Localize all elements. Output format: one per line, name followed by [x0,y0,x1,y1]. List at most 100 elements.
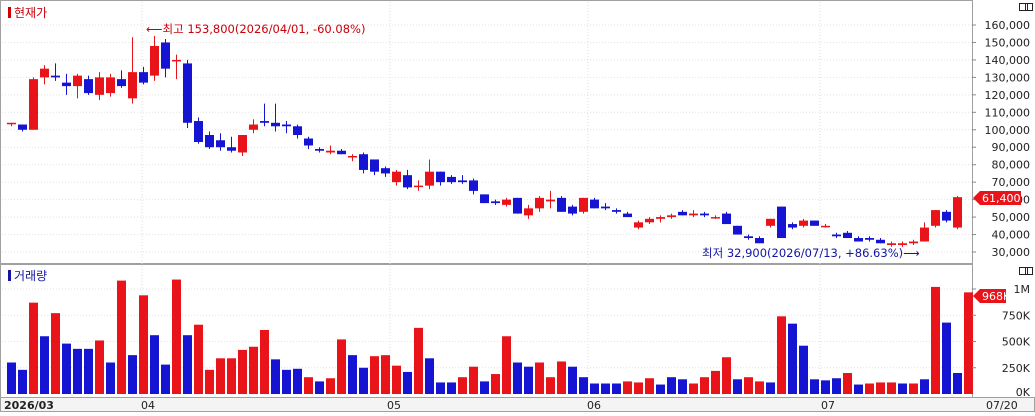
candle-body [656,217,665,219]
price-tick-label: 100,000 [985,124,1031,137]
volume-bar [304,377,313,394]
volume-bar [568,366,577,394]
candle [810,220,819,226]
candle-body [711,217,720,219]
candle-body [62,82,71,87]
volume-tick-label: 1M [1014,283,1031,296]
volume-bar [964,292,973,394]
candle-body [491,201,500,204]
volume-bar [326,378,335,394]
candle [579,197,588,214]
volume-pane-resize-icon[interactable] [1019,267,1033,275]
price-pane-title: 현재가 [14,6,47,20]
price-pane-resize-icon[interactable] [1019,3,1033,11]
candle-body [392,171,401,183]
candle-body [777,206,786,239]
volume-bar [579,377,588,394]
candle-body [535,197,544,209]
volume-bar [117,280,126,394]
price-tick-label: 140,000 [985,54,1031,67]
candle-body [249,124,258,130]
candle-body [194,121,203,142]
candle [942,210,951,223]
candle-body [953,197,962,228]
volume-bar [370,356,379,394]
volume-bar [249,346,258,394]
volume-bar [150,335,159,394]
volume-bar [183,335,192,394]
volume-bar [491,374,500,394]
candle-body [590,199,599,209]
candle [29,77,38,130]
volume-bar [392,365,401,394]
volume-bar [810,379,819,394]
volume-bar [854,384,863,394]
volume-tick-label: 250K [1002,362,1031,375]
volume-bar [348,355,357,394]
candle-body [326,150,335,153]
price-tick-label: 80,000 [992,159,1031,172]
volume-bar [744,377,753,394]
volume-bar [942,322,951,394]
volume-bar [557,361,566,394]
candle [931,210,940,228]
candle-body [744,236,753,239]
candle-body [304,138,313,146]
candle-body [18,124,27,130]
candle-body [315,148,324,151]
candle-body [854,238,863,242]
low-arrow: ⟶ [903,246,920,260]
price-tick-label: 40,000 [992,229,1031,242]
candle-body [513,197,522,214]
stock-chart-svg: 현재가 거래량 30,00040,00050,00060,00070,00080… [0,0,1035,412]
candle-body [700,213,709,216]
date-axis-bar [0,397,1035,412]
volume-bar [634,382,643,394]
volume-bar [161,364,170,394]
candle-body [150,45,159,76]
candle [722,211,731,225]
volume-pane-title: 거래량 [14,269,47,283]
volume-bar [667,377,676,394]
volume-bar [524,366,533,394]
price-tick-label: 160,000 [985,19,1031,32]
candle-body [183,63,192,123]
volume-bar [51,313,60,394]
price-tick-label: 150,000 [985,36,1031,49]
volume-bar [238,349,247,394]
volume-bar [315,381,324,394]
candle-body [436,171,445,183]
volume-bar [755,381,764,394]
candle-body [843,232,852,239]
candle-body [161,42,170,69]
candle-body [480,194,489,204]
candle-body [557,197,566,212]
price-tick-label: 120,000 [985,89,1031,102]
candle-body [832,234,841,237]
volume-bar [403,371,412,394]
candle [777,206,786,239]
candle-body [51,75,60,78]
low-annotation: 최저 32,900(2026/07/13, +86.63%)⟶ [702,246,920,260]
candle-body [29,79,38,130]
volume-bar [271,359,280,394]
candle-body [106,77,115,94]
candle [733,225,742,235]
candle-body [227,147,236,151]
candle-body [810,220,819,226]
candle-body [95,77,104,95]
candle-body [128,72,137,99]
candle-body [645,218,654,223]
candle-body [733,225,742,235]
price-tick-label: 130,000 [985,71,1031,84]
volume-bar [205,369,214,394]
candle-body [282,124,291,127]
volume-bar [909,383,918,394]
candle-body [931,210,940,226]
candle-body [337,150,346,155]
volume-bar [623,381,632,394]
candle-body [370,159,379,172]
candle-body [84,79,93,94]
volume-bar [711,370,720,394]
volume-bar [216,358,225,394]
